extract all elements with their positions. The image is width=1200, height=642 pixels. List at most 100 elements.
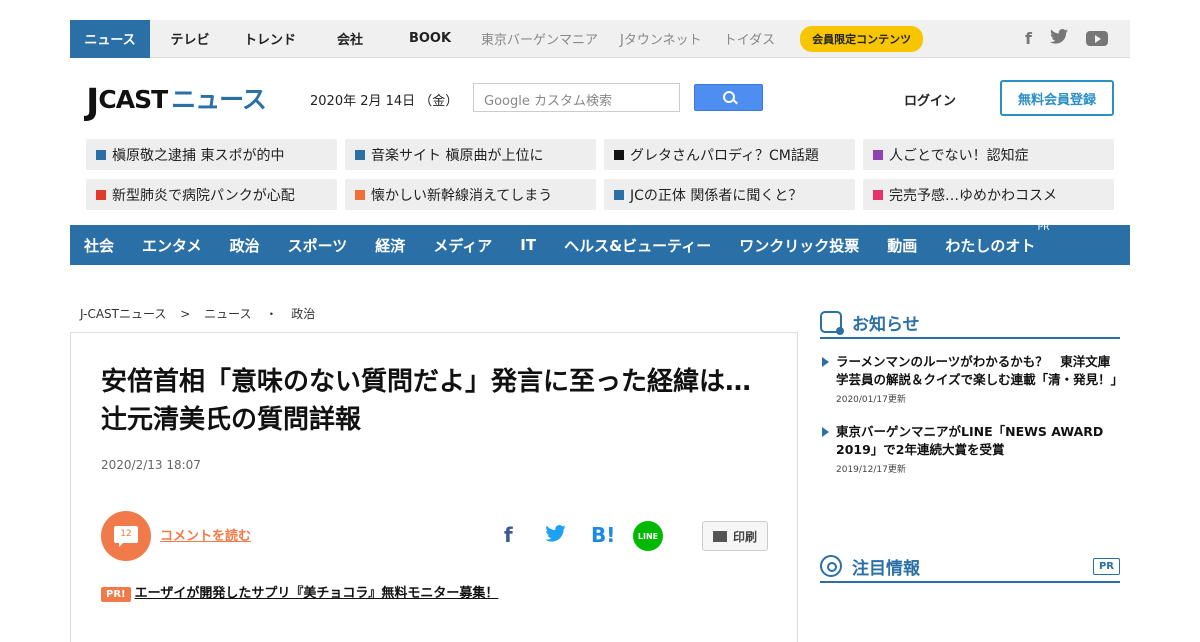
site-header: JCAST ニュース 2020年 2月 14日 （金） Google カスタム検索…: [70, 70, 1130, 130]
tag-marker: [355, 149, 365, 160]
article: 安倍首相「意味のない質問だよ」発言に至った経緯は… 辻元清美氏の質問詳報 202…: [70, 332, 798, 642]
target-icon: [820, 555, 842, 577]
logo-cast: CAST: [98, 85, 168, 114]
category-it[interactable]: IT: [520, 236, 536, 254]
hatena-bookmark-icon[interactable]: B!: [591, 523, 615, 547]
notice-date: 2020/01/17更新: [836, 395, 906, 405]
trend-tag[interactable]: グレタさんパロディ？CM話題: [604, 139, 855, 170]
notice-header: お知らせ: [820, 307, 1120, 339]
breadcrumb-politics[interactable]: 政治: [291, 307, 315, 321]
category-media[interactable]: メディア: [433, 235, 492, 256]
comment-icon[interactable]: 12: [101, 511, 151, 561]
line-share-icon[interactable]: LINE: [633, 521, 663, 551]
tab-book[interactable]: BOOK: [390, 20, 470, 58]
tag-marker: [614, 189, 624, 200]
trend-tag-label: 完売予感…ゆめかわコスメ: [889, 187, 1057, 204]
sponsored-text: エーザイが開発したサプリ『美チョコラ』無料モニター募集！: [134, 586, 499, 601]
pr-badge: PR: [1092, 557, 1120, 575]
read-comments-link[interactable]: コメントを読む: [160, 525, 251, 544]
login-link[interactable]: ログイン: [904, 90, 956, 109]
tag-marker: [96, 149, 106, 160]
trend-tag-label: 音楽サイト 槇原曲が上位に: [371, 147, 544, 164]
trend-tag[interactable]: JCの正体 関係者に聞くと？: [604, 179, 855, 210]
twitter-share-icon[interactable]: [545, 525, 566, 547]
pr-label: PR: [1037, 222, 1050, 233]
tab-company[interactable]: 会社: [310, 20, 390, 58]
logo-news: ニュース: [171, 85, 267, 114]
search-button[interactable]: [694, 84, 763, 111]
tag-marker: [96, 189, 106, 200]
notice-date: 2019/12/17更新: [836, 465, 906, 475]
site-logo[interactable]: JCAST ニュース: [86, 80, 267, 123]
printer-icon: [712, 530, 727, 542]
tag-marker: [873, 149, 883, 160]
notice-item[interactable]: 東京バーゲンマニアがLINE「NEWS AWARD 2019」で2年連続大賞を受…: [820, 423, 1120, 475]
category-society[interactable]: 社会: [84, 235, 114, 256]
youtube-icon[interactable]: [1086, 31, 1108, 46]
category-sports[interactable]: スポーツ: [288, 235, 348, 256]
notice-text: 東京バーゲンマニアがLINE「NEWS AWARD 2019」で2年連続大賞を受…: [836, 424, 1104, 457]
current-date: 2020年 2月 14日 （金）: [310, 94, 459, 109]
trend-tags: 槇原敬之逮捕 東スポが的中 音楽サイト 槇原曲が上位に グレタさんパロディ？CM…: [70, 139, 1130, 211]
breadcrumb-separator: ・: [265, 307, 278, 321]
category-nav: 社会 エンタメ 政治 スポーツ 経済 メディア IT ヘルス&ビューティー ワン…: [70, 223, 1130, 265]
print-label: 印刷: [732, 529, 757, 544]
members-only-badge[interactable]: 会員限定コンテンツ: [800, 25, 924, 52]
register-button[interactable]: 無料会員登録: [1000, 80, 1114, 116]
facebook-icon[interactable]: f: [1025, 29, 1032, 48]
tag-marker: [355, 189, 365, 200]
category-health-beauty[interactable]: ヘルス&ビューティー: [564, 235, 711, 256]
trend-tag-label: グレタさんパロディ？CM話題: [630, 147, 819, 164]
tab-trend[interactable]: トレンド: [230, 20, 310, 58]
print-button[interactable]: 印刷: [702, 521, 768, 551]
notice-text: ラーメンマンのルーツがわかるかも？ 東洋文庫学芸員の解説＆クイズで楽しむ連載「清…: [836, 354, 1124, 387]
facebook-share-icon[interactable]: f: [504, 523, 513, 547]
breadcrumb-home[interactable]: J-CASTニュース: [80, 307, 166, 321]
top-nav: ニュース テレビ トレンド 会社 BOOK 東京バーゲンマニア Jタウンネット …: [70, 19, 1130, 58]
sponsored-link[interactable]: PR! エーザイが開発したサプリ『美チョコラ』無料モニター募集！: [101, 582, 499, 602]
article-timestamp: 2020/2/13 18:07: [101, 458, 201, 472]
tab-tv[interactable]: テレビ: [150, 20, 230, 58]
trend-tag[interactable]: 人ごとでない！認知症: [863, 139, 1114, 170]
category-watashi-no-oto[interactable]: わたしのオト PR: [945, 223, 1049, 256]
pr-badge: PR!: [101, 587, 131, 602]
breadcrumb-separator: >: [180, 307, 191, 321]
trend-tag[interactable]: 完売予感…ゆめかわコスメ: [863, 179, 1114, 210]
trend-tag[interactable]: 新型肺炎で病院パンクが心配: [86, 179, 337, 210]
trend-tag-label: 人ごとでない！認知症: [889, 147, 1029, 164]
notice-section: お知らせ ラーメンマンのルーツがわかるかも？ 東洋文庫学芸員の解説＆クイズで楽し…: [820, 307, 1124, 475]
link-tokyo-bargain[interactable]: 東京バーゲンマニア: [470, 20, 609, 58]
notice-item[interactable]: ラーメンマンのルーツがわかるかも？ 東洋文庫学芸員の解説＆クイズで楽しむ連載「清…: [820, 353, 1124, 405]
tab-news[interactable]: ニュース: [70, 19, 150, 58]
twitter-icon[interactable]: [1050, 29, 1068, 48]
trend-tag[interactable]: 槇原敬之逮捕 東スポが的中: [86, 139, 337, 170]
category-video[interactable]: 動画: [887, 235, 917, 256]
category-label: わたしのオト: [945, 236, 1036, 255]
trend-tag-label: 槇原敬之逮捕 東スポが的中: [112, 147, 285, 164]
search-input[interactable]: Google カスタム検索: [473, 83, 680, 112]
featured-title: 注目情報: [852, 558, 920, 579]
trend-tag[interactable]: 懐かしい新幹線消えてしまう: [345, 179, 596, 210]
category-economy[interactable]: 経済: [375, 235, 405, 256]
category-entertainment[interactable]: エンタメ: [142, 235, 202, 256]
featured-section: 注目情報 PR: [820, 551, 1120, 583]
trend-tag[interactable]: 音楽サイト 槇原曲が上位に: [345, 139, 596, 170]
category-one-click-poll[interactable]: ワンクリック投票: [739, 235, 859, 256]
article-title: 安倍首相「意味のない質問だよ」発言に至った経緯は… 辻元清美氏の質問詳報: [101, 367, 778, 435]
trend-tag-label: 懐かしい新幹線消えてしまう: [371, 187, 553, 204]
logo-j: J: [86, 82, 99, 123]
link-jtown[interactable]: Jタウンネット: [609, 20, 713, 58]
trend-tag-label: JCの正体 関係者に聞くと？: [630, 187, 803, 204]
category-politics[interactable]: 政治: [230, 235, 260, 256]
social-links: f: [1025, 29, 1130, 48]
comment-count: 12: [114, 526, 138, 547]
tag-marker: [614, 149, 624, 160]
breadcrumb: J-CASTニュース > ニュース ・ 政治: [80, 305, 325, 322]
notice-title: お知らせ: [852, 314, 920, 335]
tag-marker: [873, 189, 883, 200]
trend-tag-label: 新型肺炎で病院パンクが心配: [112, 187, 295, 204]
breadcrumb-news[interactable]: ニュース: [204, 307, 251, 321]
notice-icon: [820, 311, 844, 335]
featured-header: 注目情報 PR: [820, 551, 1120, 583]
link-toidas[interactable]: トイダス: [713, 20, 786, 58]
